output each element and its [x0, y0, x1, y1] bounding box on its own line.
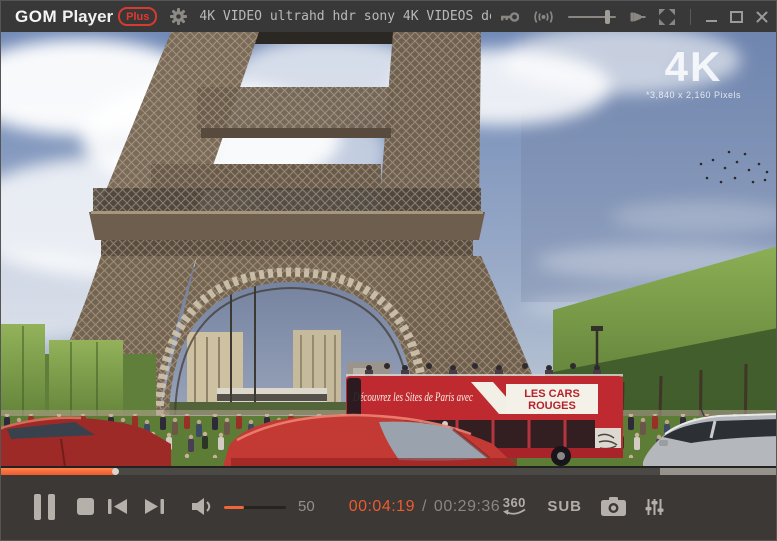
time-current: 00:04:19 [349, 498, 415, 516]
plus-badge: Plus [118, 7, 157, 26]
stop-button[interactable] [77, 498, 94, 515]
time-separator: / [422, 498, 427, 516]
previous-icon [108, 498, 129, 515]
camera-icon [601, 497, 626, 516]
bus-brand-top-text: LES CARS [524, 388, 580, 400]
gom-player-window: GOM Player Plus 4K VIDEO ultrahd hdr son… [0, 0, 777, 541]
fullscreen-expand-icon[interactable] [659, 9, 675, 25]
titlebar-divider [690, 9, 691, 25]
pin-icon[interactable] [629, 10, 646, 24]
bus-brand-bottom-text: ROUGES [528, 400, 576, 412]
volume-fill [224, 506, 244, 509]
volume-slider[interactable] [224, 501, 286, 513]
logo-player: Player [62, 7, 113, 27]
settings-gear-icon[interactable] [170, 8, 187, 25]
view-360-arrow-icon [500, 508, 528, 517]
equalizer-icon [645, 498, 664, 516]
controls-row: 50 00:04:19 / 00:29:36 360 SUB [1, 475, 776, 540]
subtitle-button[interactable]: SUB [547, 498, 582, 515]
progress-bar[interactable] [1, 468, 776, 475]
titlebar-slider-handle[interactable] [605, 10, 610, 24]
bus-slogan-text: Découvrez les Sites de Paris avec [352, 389, 473, 404]
control-bar: 50 00:04:19 / 00:29:36 360 SUB [1, 466, 776, 540]
view-360-label: 360 [503, 497, 526, 508]
video-area[interactable]: Découvrez les Sites de Paris avec LES CA… [1, 32, 776, 466]
view-360-button[interactable]: 360 [500, 497, 528, 517]
window-title: 4K VIDEO ultrahd hdr sony 4K VIDEOS demo… [199, 9, 491, 24]
next-button[interactable] [143, 498, 164, 515]
volume-mute-button[interactable] [191, 497, 214, 516]
volume-value: 50 [298, 498, 315, 515]
control-lock-key-icon[interactable] [499, 11, 519, 23]
progress-buffer [660, 468, 776, 475]
time-display: 00:04:19 / 00:29:36 [349, 498, 501, 516]
titlebar-slider[interactable] [568, 10, 616, 24]
broadcast-icon[interactable] [532, 10, 555, 24]
video-frame: Découvrez les Sites de Paris avec LES CA… [1, 32, 776, 466]
previous-button[interactable] [108, 498, 129, 515]
equalizer-button[interactable] [645, 498, 664, 516]
stop-icon [77, 498, 94, 515]
pause-icon [34, 494, 55, 520]
play-pause-button[interactable] [34, 494, 55, 520]
next-icon [143, 498, 164, 515]
right-tools: 360 SUB [500, 497, 776, 517]
close-button[interactable] [756, 11, 768, 23]
progress-handle[interactable] [112, 468, 119, 475]
logo-gom: GOM [15, 7, 57, 27]
app-logo: GOM Player Plus [15, 7, 157, 27]
snapshot-button[interactable] [601, 497, 626, 516]
titlebar[interactable]: GOM Player Plus 4K VIDEO ultrahd hdr son… [1, 1, 776, 32]
progress-fill [1, 468, 115, 475]
speaker-icon [191, 497, 214, 516]
time-total: 00:29:36 [434, 498, 500, 516]
minimize-button[interactable] [706, 12, 717, 22]
maximize-button[interactable] [730, 11, 743, 23]
